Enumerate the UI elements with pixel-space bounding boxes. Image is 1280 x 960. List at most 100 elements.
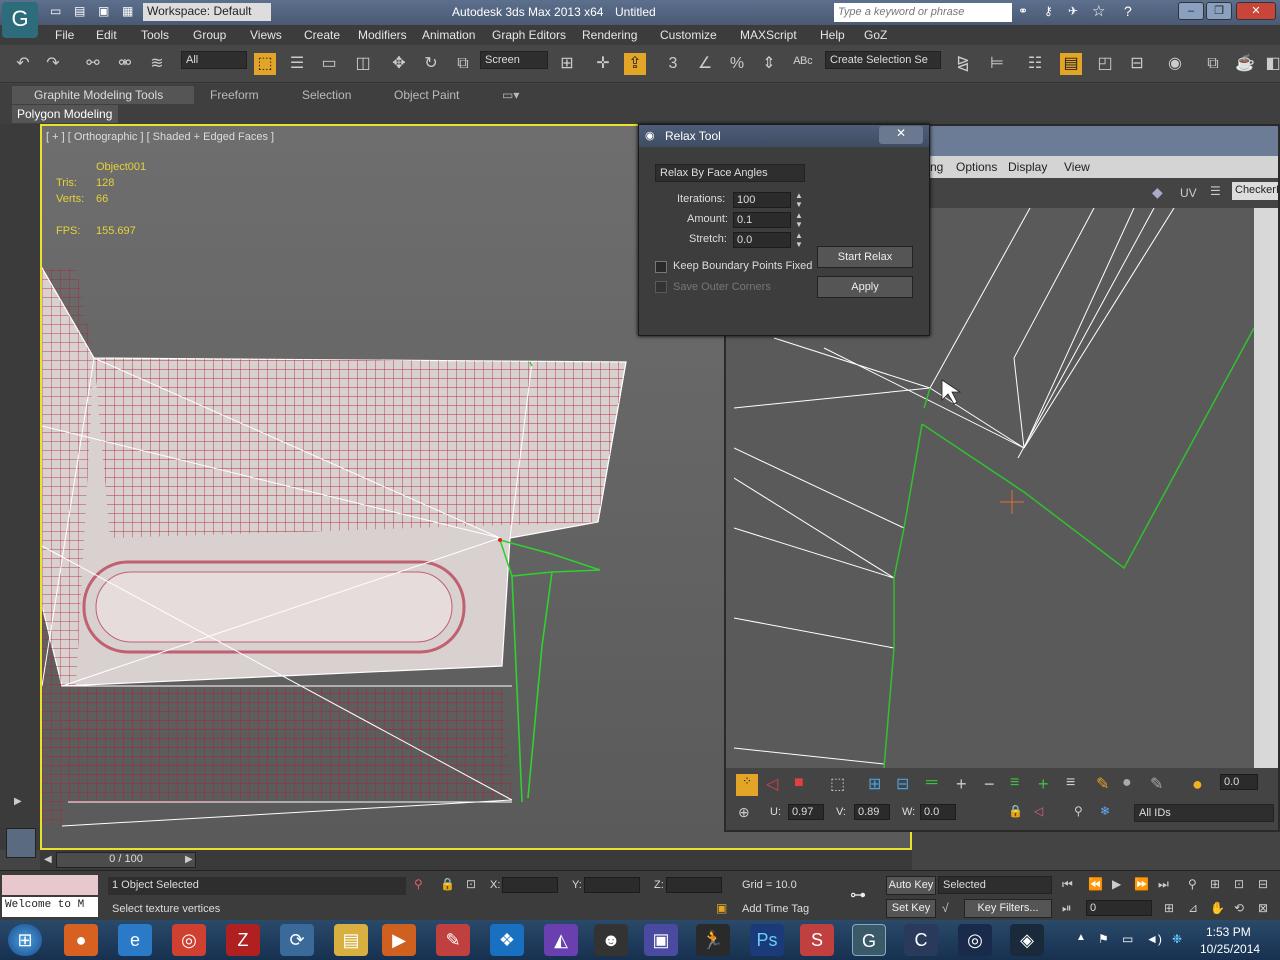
maximize-viewport-icon[interactable]: ⊠ — [1258, 901, 1268, 915]
satellite-icon[interactable]: ✈ — [1068, 4, 1078, 18]
grow-ring-icon[interactable]: + — [1038, 774, 1049, 795]
character-app-icon[interactable]: 🏃 — [696, 924, 730, 956]
render-setup-icon[interactable]: ⧉ — [1202, 53, 1224, 75]
tab-graphite-modeling-tools[interactable]: Graphite Modeling Tools — [34, 88, 163, 102]
go-start-icon[interactable]: ⏮ — [1062, 877, 1073, 892]
relax-mode-dropdown[interactable]: Relax By Face Angles — [655, 164, 805, 182]
keep-boundary-checkbox[interactable] — [655, 261, 667, 273]
x-coordinate-field[interactable] — [502, 877, 558, 893]
chrome-icon[interactable]: ◎ — [172, 924, 206, 956]
clock-date[interactable]: 10/25/2014 — [1200, 942, 1260, 956]
viewport-layout-icon[interactable] — [6, 828, 36, 858]
app-c-icon[interactable]: C — [904, 924, 938, 956]
stretch-field[interactable]: 0.0 — [733, 232, 791, 248]
w-field[interactable]: 0.0 — [920, 804, 956, 820]
window-crossing-icon[interactable]: ◫ — [352, 53, 374, 75]
next-frame-icon[interactable]: ⏩ — [1134, 877, 1149, 891]
iterations-field[interactable]: 100 — [733, 192, 791, 208]
close-button[interactable]: ✕ — [1236, 2, 1276, 20]
field-of-view-icon[interactable]: ⊿ — [1188, 901, 1198, 915]
iterations-spinner-icon[interactable]: ▲ ▼ — [795, 191, 803, 209]
avatar-app-icon[interactable]: ☻ — [594, 924, 628, 956]
uv-freeze-icon[interactable]: ❄ — [1100, 804, 1110, 818]
set-key-icon[interactable]: ⊶ — [850, 885, 866, 905]
dropbox-icon[interactable]: ❖ — [490, 924, 524, 956]
paint-app-icon[interactable]: ✎ — [436, 924, 470, 956]
ribbon-options-icon[interactable]: ▭▾ — [502, 88, 519, 102]
filezilla-icon[interactable]: Z — [226, 924, 260, 956]
menu-graph-editors[interactable]: Graph Editors — [492, 28, 566, 42]
game-app-icon[interactable]: ◭ — [544, 924, 578, 956]
grow-loop-icon[interactable]: + — [956, 774, 967, 795]
pivot-icon[interactable]: ⊞ — [556, 53, 578, 75]
pan-icon[interactable]: ✋ — [1210, 901, 1225, 915]
menu-rendering[interactable]: Rendering — [582, 28, 637, 42]
select-face-icon[interactable]: ■ — [794, 774, 804, 792]
percent-snap-icon[interactable]: % — [726, 53, 748, 75]
loop-icon[interactable]: ═ — [926, 774, 937, 792]
current-frame-field[interactable]: 0 — [1086, 900, 1152, 916]
isolate-icon[interactable]: ⚲ — [414, 877, 423, 891]
time-slider[interactable]: ◀ 0 / 100 ▶ — [40, 850, 912, 870]
tray-app-icon[interactable]: ❉ — [1172, 932, 1182, 946]
material-ids-dropdown[interactable]: All IDs — [1134, 804, 1274, 822]
firefox-icon[interactable]: ● — [64, 924, 98, 956]
project-icon[interactable]: ▦ — [122, 4, 133, 18]
3dsmax-taskbar-icon[interactable]: G — [852, 924, 886, 956]
menu-edit[interactable]: Edit — [96, 28, 117, 42]
star-icon[interactable]: ☆ — [1092, 2, 1105, 20]
time-slider-thumb[interactable]: 0 / 100 — [56, 852, 196, 868]
lock-icon[interactable]: 🔒 — [1008, 804, 1023, 818]
tray-arrow-icon[interactable]: ▲ — [1076, 932, 1086, 943]
save-icon[interactable]: ▣ — [98, 4, 109, 18]
zoom-extents-icon[interactable]: ⊡ — [1234, 877, 1244, 891]
maximize-button[interactable]: ❐ — [1206, 2, 1232, 20]
go-end-icon[interactable]: ⏭ — [1158, 877, 1169, 892]
snap-3d-icon[interactable]: 3 — [662, 53, 684, 75]
zoom-extents-all-icon[interactable]: ⊟ — [1258, 877, 1268, 891]
edit-named-selection-icon[interactable]: ᴬᴮᶜ — [792, 53, 814, 75]
key-mode-toggle-icon[interactable]: ⏯ — [1062, 901, 1072, 916]
maxscript-mini-listener[interactable]: Welcome to M — [2, 897, 98, 917]
zoom-all-icon[interactable]: ⊞ — [1210, 877, 1220, 891]
uv-menu-mapping[interactable]: ng — [930, 160, 943, 174]
app-logo-icon[interactable]: G — [2, 2, 38, 38]
move-icon[interactable]: ✥ — [388, 53, 410, 75]
workspace-dropdown[interactable]: Workspace: Default — [143, 3, 271, 21]
time-prev-arrow-icon[interactable]: ◀ — [44, 854, 52, 865]
file-explorer-icon[interactable]: ▤ — [334, 924, 368, 956]
soft-select-spinner[interactable]: 0.0 — [1220, 774, 1258, 790]
checker-dropdown[interactable]: CheckerP — [1232, 182, 1278, 200]
named-selection-dropdown[interactable]: Create Selection Se — [825, 51, 941, 69]
new-icon[interactable]: ▭ — [50, 4, 61, 18]
manipulate-icon[interactable]: ✛ — [592, 53, 614, 75]
clock-time[interactable]: 1:53 PM — [1206, 925, 1251, 939]
prev-frame-icon[interactable]: ⏪ — [1088, 877, 1103, 891]
uv-list-icon[interactable]: ☰ — [1210, 184, 1221, 198]
graphite-toggle-icon[interactable]: ▤ — [1060, 53, 1082, 75]
paint-shrink-icon[interactable]: ✎ — [1150, 774, 1163, 794]
tab-freeform[interactable]: Freeform — [210, 88, 259, 102]
key-icon[interactable]: ⚷ — [1044, 4, 1053, 18]
menu-group[interactable]: Group — [193, 28, 226, 42]
menu-modifiers[interactable]: Modifiers — [358, 28, 407, 42]
time-config-icon[interactable]: ⊞ — [1164, 901, 1174, 915]
select-object-icon[interactable]: ⬚ — [254, 53, 276, 75]
select-vertex-icon[interactable]: ⁘ — [736, 774, 758, 796]
notes-app-icon[interactable]: ▣ — [644, 924, 678, 956]
uv-menu-view[interactable]: View — [1064, 160, 1090, 174]
link-icon[interactable]: ⚯ — [82, 53, 104, 75]
stretch-spinner-icon[interactable]: ▲ ▼ — [795, 231, 803, 249]
rotate-icon[interactable]: ↻ — [420, 53, 442, 75]
selection-filter-dropdown[interactable]: All — [181, 51, 247, 69]
uv-light-icon[interactable]: ⚲ — [1074, 804, 1083, 818]
ring-icon[interactable]: ≡ — [1010, 774, 1019, 792]
menu-help[interactable]: Help — [820, 28, 845, 42]
amount-field[interactable]: 0.1 — [733, 212, 791, 228]
tab-object-paint[interactable]: Object Paint — [394, 88, 459, 102]
uv-label[interactable]: UV — [1180, 186, 1197, 200]
help-icon[interactable]: ? — [1124, 3, 1132, 19]
time-next-arrow-icon[interactable]: ▶ — [185, 854, 193, 865]
app-eye-icon[interactable]: ◈ — [1010, 924, 1044, 956]
material-editor-icon[interactable]: ◉ — [1164, 53, 1186, 75]
